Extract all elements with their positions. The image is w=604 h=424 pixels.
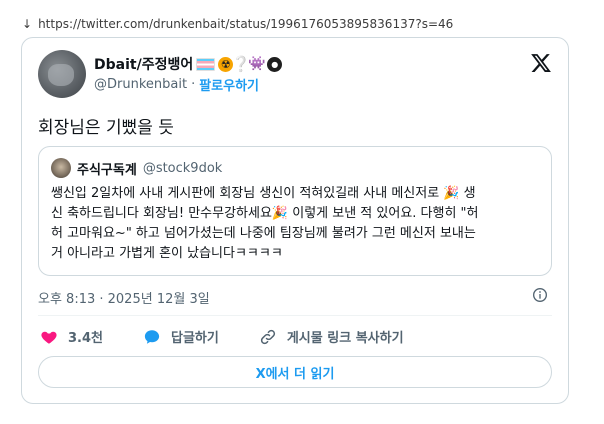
transgender-flag-icon	[196, 57, 216, 71]
copy-link-label: 게시물 링크 복사하기	[286, 331, 404, 346]
quote-text-line: 허 고마워요~" 하고 넘어가셨는데 나중에 팀장님께 불려가 그런 메신저 보…	[51, 226, 476, 241]
like-count: 3.4천	[68, 331, 103, 346]
heart-icon	[41, 331, 57, 344]
reply-button[interactable]: 답글하기	[143, 327, 219, 346]
separator-dot: ·	[191, 77, 196, 92]
avatar[interactable]	[38, 50, 86, 98]
quote-header: 주식구독계 @stock9dok	[51, 158, 222, 178]
copy-link-button[interactable]: 게시물 링크 복사하기	[259, 327, 404, 346]
follow-button[interactable]: 팔로우하기	[199, 75, 259, 94]
author-display-name[interactable]: Dbait/주정뱅어	[94, 54, 193, 74]
purple-invader-icon: 👾	[248, 56, 266, 72]
x-logo-icon[interactable]	[530, 52, 552, 74]
author-handle[interactable]: @Drunkenbait	[94, 77, 187, 92]
page-url[interactable]: https://twitter.com/drunkenbait/status/1…	[38, 17, 453, 31]
embedded-tweet-card: Dbait/주정뱅어 ☢ ❔ 👾 ● @Drunkenbait · 팔로우하기 …	[21, 37, 569, 404]
action-bar: 3.4천 답글하기 게시물 링크 복사하기	[40, 327, 404, 346]
author-name-row: Dbait/주정뱅어 ☢ ❔ 👾 ●	[94, 54, 283, 74]
reply-label: 답글하기	[171, 331, 219, 346]
quoted-tweet[interactable]: 주식구독계 @stock9dok 쌩신입 2일차에 사내 게시판에 회장님 생신…	[38, 146, 552, 276]
quote-text-line: 신 축하드립니다 회장님! 만수무강하세요🎉 이렇게 보낸 적 있어요. 다행히…	[51, 206, 479, 221]
link-icon	[260, 329, 275, 344]
download-arrow-icon: ↓	[22, 17, 33, 31]
url-bar: ↓ https://twitter.com/drunkenbait/status…	[22, 17, 453, 31]
quote-text-line: 쌩신입 2일차에 사내 게시판에 회장님 생신이 적혀있길래 사내 메신저로 🎉…	[51, 186, 476, 201]
quote-handle: @stock9dok	[142, 160, 223, 176]
bomb-icon: ●	[267, 56, 283, 72]
read-more-button[interactable]: X에서 더 읽기	[38, 356, 552, 388]
quote-avatar	[51, 158, 71, 178]
divider	[38, 315, 552, 316]
question-mark-icon: ❔	[231, 55, 251, 73]
tweet-timestamp[interactable]: 오후 8:13 · 2025년 12월 3일	[38, 288, 210, 307]
quote-text: 쌩신입 2일차에 사내 게시판에 회장님 생신이 적혀있길래 사내 메신저로 🎉…	[51, 184, 541, 264]
tweet-header: Dbait/주정뱅어 ☢ ❔ 👾 ● @Drunkenbait · 팔로우하기	[38, 50, 552, 100]
tweet-text: 회장님은 기뻤을 듯	[38, 118, 174, 138]
like-button[interactable]: 3.4천	[40, 327, 103, 346]
info-icon[interactable]	[532, 287, 548, 303]
quote-text-line: 거 아니라고 가볍게 혼이 났습니다ㅋㅋㅋㅋ	[51, 246, 283, 261]
reply-bubble-icon	[144, 329, 160, 344]
quote-display-name: 주식구독계	[77, 162, 137, 178]
author-handle-row: @Drunkenbait · 팔로우하기	[94, 75, 259, 94]
